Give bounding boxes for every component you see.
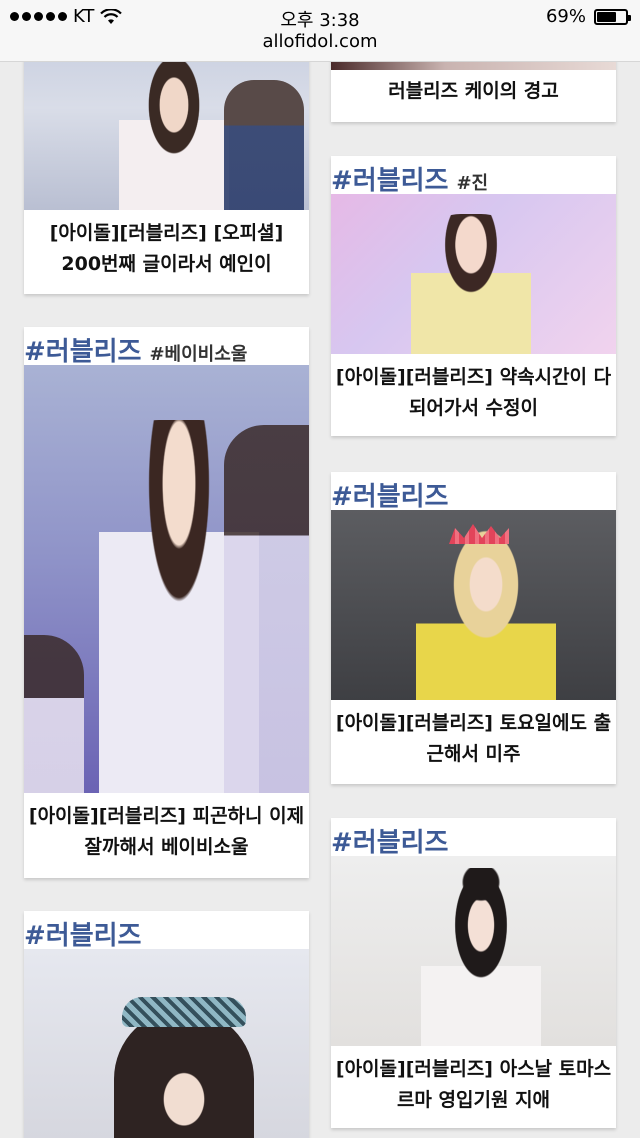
post-title[interactable]: [아이돌][러블리즈] 피곤하니 이제 잘까해서 베이비소울 bbox=[24, 801, 309, 863]
post-tag-row: #러블리즈 bbox=[331, 818, 448, 859]
battery-icon bbox=[594, 8, 631, 25]
photo-subject bbox=[224, 425, 309, 793]
post-thumbnail[interactable] bbox=[24, 40, 309, 210]
post-tag[interactable]: #러블리즈 bbox=[331, 476, 448, 513]
post-tag[interactable]: #러블리즈 bbox=[24, 331, 141, 368]
photo-subject bbox=[114, 1009, 254, 1138]
post-tag-row: #러블리즈 #베이비소울 bbox=[24, 327, 247, 368]
post-subtag[interactable]: #진 bbox=[456, 169, 488, 195]
post-card[interactable]: #러블리즈 [아이돌][러블리즈] 토요일에도 출근해서 미주 bbox=[331, 472, 616, 784]
battery-fill bbox=[597, 11, 616, 22]
photo-subject bbox=[119, 60, 229, 210]
status-time: 오후 3:38 bbox=[280, 10, 360, 31]
post-tag[interactable]: #러블리즈 bbox=[24, 915, 141, 952]
post-thumbnail[interactable] bbox=[331, 194, 616, 354]
post-card[interactable]: #러블리즈 #진 [아이돌][러블리즈] 약속시간이 다되어가서 수정이 bbox=[331, 156, 616, 436]
status-bar: KT 오후 3:38 69% bbox=[0, 4, 640, 31]
status-right: 69% bbox=[545, 6, 631, 27]
post-title[interactable]: [아이돌][러블리즈] 약속시간이 다되어가서 수정이 bbox=[331, 362, 616, 424]
battery-percent: 69% bbox=[545, 6, 586, 27]
photo-subject bbox=[411, 214, 531, 354]
post-thumbnail[interactable] bbox=[331, 856, 616, 1046]
post-title[interactable]: [아이돌][러블리즈] 아스날 토마스르마 영입기원 지애 bbox=[331, 1054, 616, 1116]
post-card[interactable]: #러블리즈 #베이비소울 [아이돌][러블리즈] 피곤하니 이제 잘까해서 베이… bbox=[24, 327, 309, 878]
post-tag-row: #러블리즈 bbox=[24, 911, 141, 952]
post-title[interactable]: [아이돌][러블리즈] [오피셜] 200번째 글이라서 예인이 bbox=[24, 218, 309, 280]
photo-subject bbox=[224, 80, 304, 210]
post-card[interactable]: #러블리즈 [아이돌][러블리즈] 아스날 토마스르마 영입기원 지애 bbox=[331, 818, 616, 1128]
url-bar[interactable]: allofidol.com bbox=[0, 31, 640, 52]
photo-subject bbox=[416, 530, 556, 700]
post-tag-row: #러블리즈 #진 bbox=[331, 156, 488, 197]
post-thumbnail[interactable] bbox=[331, 510, 616, 700]
post-title[interactable]: 러블리즈 케이의 경고 bbox=[331, 76, 616, 107]
post-thumbnail[interactable] bbox=[24, 365, 309, 793]
post-card[interactable]: #러블리즈 bbox=[24, 911, 309, 1138]
photo-subject bbox=[421, 868, 541, 1046]
post-thumbnail[interactable] bbox=[24, 949, 309, 1138]
post-tag[interactable]: #러블리즈 bbox=[331, 160, 448, 197]
browser-top-bar: KT 오후 3:38 69% allofidol.com bbox=[0, 0, 640, 62]
post-tag[interactable]: #러블리즈 bbox=[331, 822, 448, 859]
photo-subject bbox=[24, 635, 84, 793]
photo-subject bbox=[122, 997, 246, 1027]
post-tag-row: #러블리즈 bbox=[331, 472, 448, 513]
post-card[interactable]: [아이돌][러블리즈] [오피셜] 200번째 글이라서 예인이 bbox=[24, 40, 309, 294]
post-title[interactable]: [아이돌][러블리즈] 토요일에도 출근해서 미주 bbox=[331, 708, 616, 770]
post-subtag[interactable]: #베이비소울 bbox=[149, 340, 247, 366]
